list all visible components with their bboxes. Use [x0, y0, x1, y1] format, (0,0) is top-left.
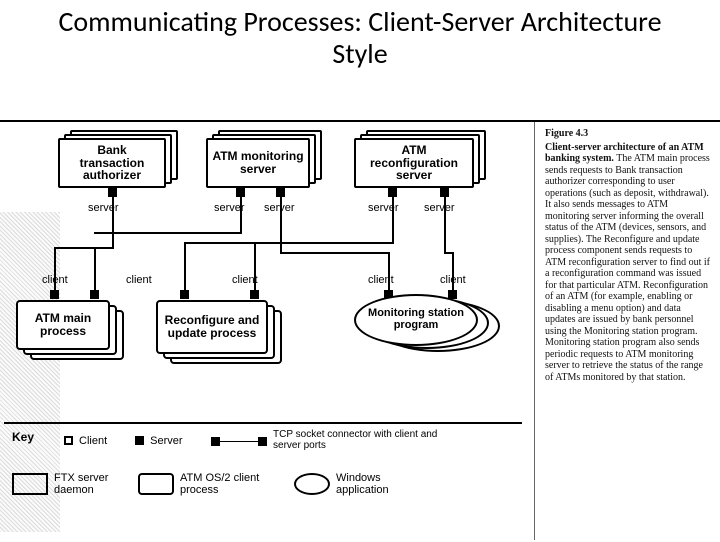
port-label-client: client [126, 274, 152, 286]
windows-symbol [294, 473, 330, 495]
connector-line [254, 242, 256, 292]
server-port-icon [440, 188, 449, 197]
figure-label: Figure 4.3 [545, 128, 712, 140]
connector-line [184, 242, 186, 292]
legend-label: FTX server daemon [54, 472, 114, 496]
node-label: ATM reconfiguration server [356, 140, 472, 186]
connector-line [112, 197, 114, 247]
node-reconfig-server: ATM reconfiguration server [354, 138, 488, 194]
legend-item-tcp: TCP socket connector with client and ser… [211, 430, 451, 451]
figure-body: The ATM main process sends requests to B… [545, 153, 710, 383]
legend-item-server: Server [135, 435, 182, 447]
port-label-server: server [424, 202, 455, 214]
node-atm-main: ATM main process [16, 300, 124, 358]
connector-line [94, 247, 96, 292]
legend-item-windows: Windows application [294, 472, 416, 496]
node-monitoring-station: Monitoring station program [354, 294, 504, 358]
node-label: ATM main process [18, 302, 108, 348]
legend-label: Server [150, 435, 182, 447]
diagram-canvas: Bank transaction authorizer server ATM m… [0, 122, 536, 542]
legend-label: TCP socket connector with client and ser… [273, 430, 451, 451]
legend-label: ATM OS/2 client process [180, 472, 270, 496]
diagram-area: Figure 4.3 Client-server architecture of… [0, 120, 720, 540]
connector-line [94, 247, 114, 249]
connector-line [94, 232, 242, 234]
connector-line [444, 197, 446, 252]
atmos2-symbol [138, 473, 174, 495]
legend-key: Key Client Server TCP socket connector w… [4, 422, 522, 520]
server-port-icon [276, 188, 285, 197]
tcp-connector-symbol [211, 434, 268, 448]
client-port-symbol [64, 436, 73, 445]
legend-label: Client [79, 435, 107, 447]
connector-line [240, 197, 242, 232]
server-port-icon [388, 188, 397, 197]
legend-heading: Key [12, 430, 34, 444]
connector-line [388, 252, 390, 292]
connector-line [392, 197, 394, 242]
node-bank-authorizer: Bank transaction authorizer [58, 138, 178, 194]
slide-title: Communicating Processes: Client-Server A… [0, 0, 720, 74]
node-reconfig-process: Reconfigure and update process [156, 300, 286, 362]
node-label: Bank transaction authorizer [60, 140, 164, 186]
connector-line [452, 252, 454, 292]
node-label: Reconfigure and update process [158, 302, 266, 352]
legend-label: Windows application [336, 472, 416, 496]
server-port-icon [108, 188, 117, 197]
node-monitoring-server: ATM monitoring server [206, 138, 326, 194]
server-port-symbol [135, 436, 144, 445]
node-label: ATM monitoring server [208, 140, 308, 186]
legend-item-atmos2: ATM OS/2 client process [138, 472, 270, 496]
connector-line [184, 242, 394, 244]
legend-item-client: Client [64, 435, 107, 447]
connector-line [444, 252, 452, 254]
server-port-icon [236, 188, 245, 197]
figure-caption: Figure 4.3 Client-server architecture of… [534, 122, 718, 540]
connector-line [54, 247, 56, 292]
legend-item-ftx: FTX server daemon [12, 472, 114, 496]
node-label: Monitoring station program [356, 296, 476, 344]
ftx-symbol [12, 473, 48, 495]
connector-line [280, 252, 388, 254]
